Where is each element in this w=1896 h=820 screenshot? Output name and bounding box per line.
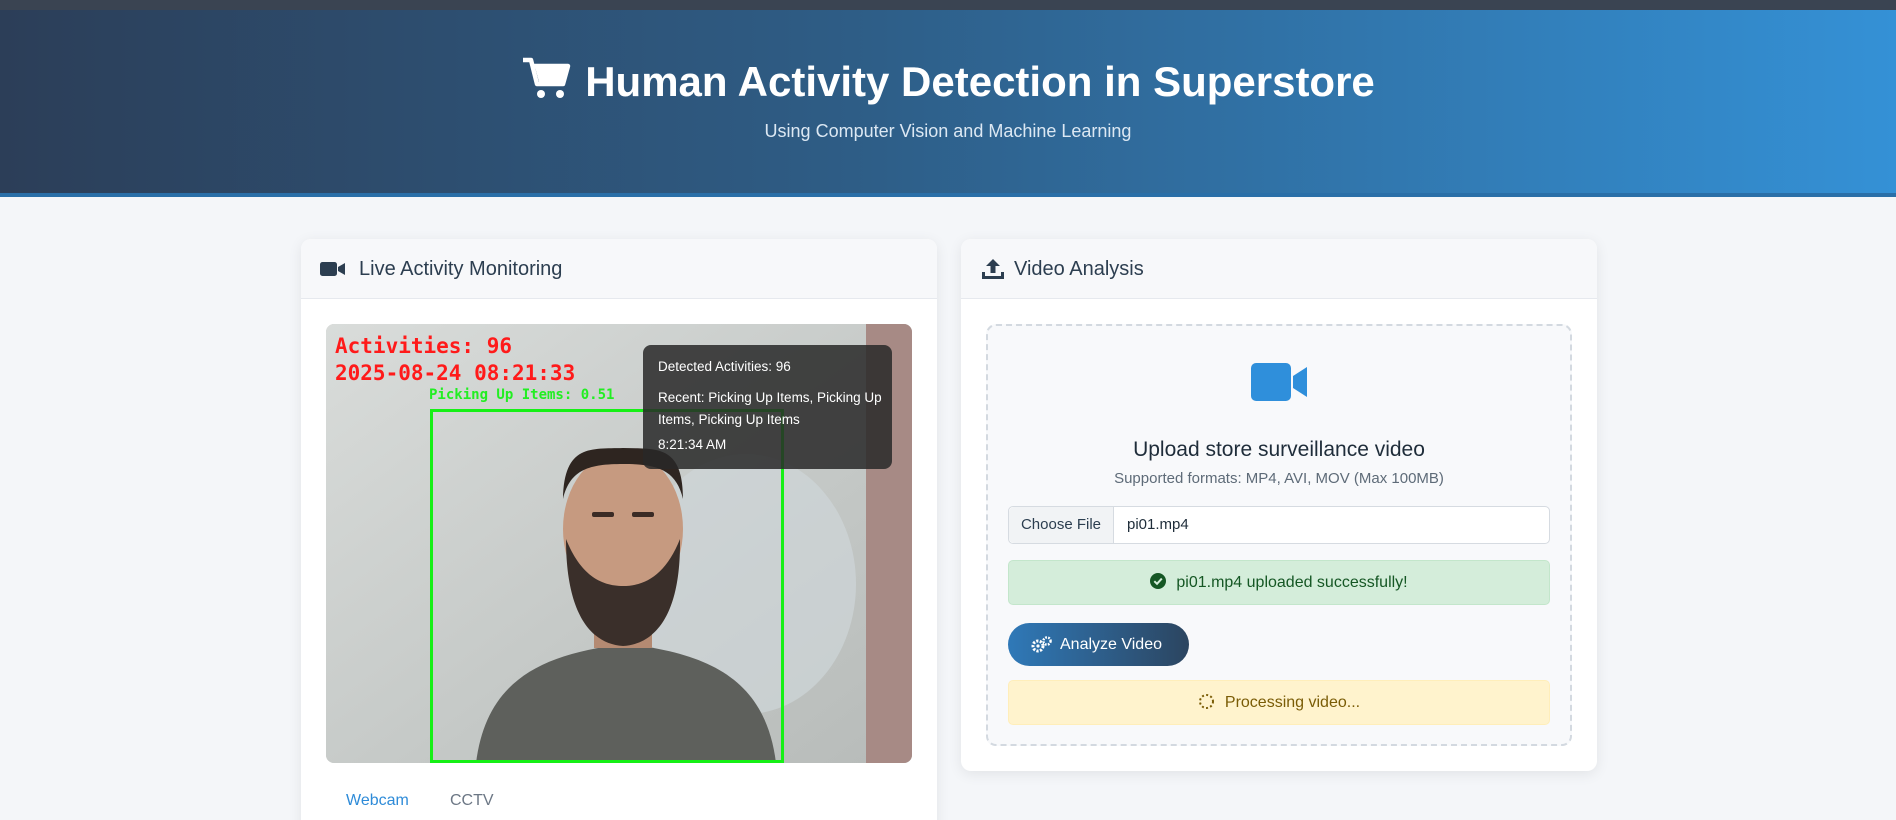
supported-formats: Supported formats: MP4, AVI, MOV (Max 10… [1114,470,1444,487]
video-camera-icon [1251,363,1307,401]
live-monitoring-card: Live Activity Monitoring Activities: 96 [301,239,937,820]
video-card-header: Video Analysis [961,239,1597,299]
tooltip-recent-activities: Recent: Picking Up Items, Picking Up Ite… [658,390,882,427]
tooltip-time: 8:21:34 AM [658,437,727,452]
shopping-cart-icon [523,57,571,98]
top-strip [0,0,1896,10]
detection-tooltip: Detected Activities: 96 Recent: Picking … [643,345,892,469]
analyze-video-button[interactable]: Analyze Video [1008,623,1189,666]
processing-text: Processing video... [1224,694,1361,711]
spinner-icon [1198,694,1214,709]
gears-icon [1031,636,1052,653]
page-title: Human Activity Detection in Superstore [0,56,1896,106]
page-header: Human Activity Detection in Superstore U… [0,10,1896,197]
check-circle-icon [1150,573,1167,589]
live-video-feed: Activities: 96 2025-08-24 08:21:33 Picki… [326,324,912,763]
file-input[interactable]: Choose File pi01.mp4 [1008,506,1550,544]
overlay-activity-count: Activities: 96 [335,334,513,358]
page-title-text: Human Activity Detection in Superstore [585,58,1375,105]
upload-success-alert: pi01.mp4 uploaded successfully! [1008,560,1550,605]
upload-dropzone[interactable]: Upload store surveillance video Supporte… [986,324,1572,746]
video-camera-icon [320,262,345,276]
tooltip-detected-count: Detected Activities: 96 [658,359,791,374]
selected-file-name: pi01.mp4 [1127,516,1189,533]
page-subtitle: Using Computer Vision and Machine Learni… [764,121,1132,141]
overlay-timestamp: 2025-08-24 08:21:33 [335,361,576,385]
choose-file-button[interactable]: Choose File [1009,507,1114,543]
video-card-title: Video Analysis [1014,258,1144,280]
upload-icon [982,259,1004,279]
live-card-header: Live Activity Monitoring [301,239,937,299]
tab-cctv[interactable]: CCTV [450,788,494,814]
detection-label: Picking Up Items: 0.51 [429,387,615,403]
live-card-title: Live Activity Monitoring [359,258,563,280]
processing-alert: Processing video... [1008,680,1550,725]
upload-success-text: pi01.mp4 uploaded successfully! [1176,574,1408,591]
upload-title: Upload store surveillance video [1133,438,1425,461]
analyze-video-label: Analyze Video [1060,636,1162,653]
video-analysis-card: Video Analysis Upload store surveillance… [961,239,1597,771]
tab-webcam[interactable]: Webcam [346,788,409,814]
